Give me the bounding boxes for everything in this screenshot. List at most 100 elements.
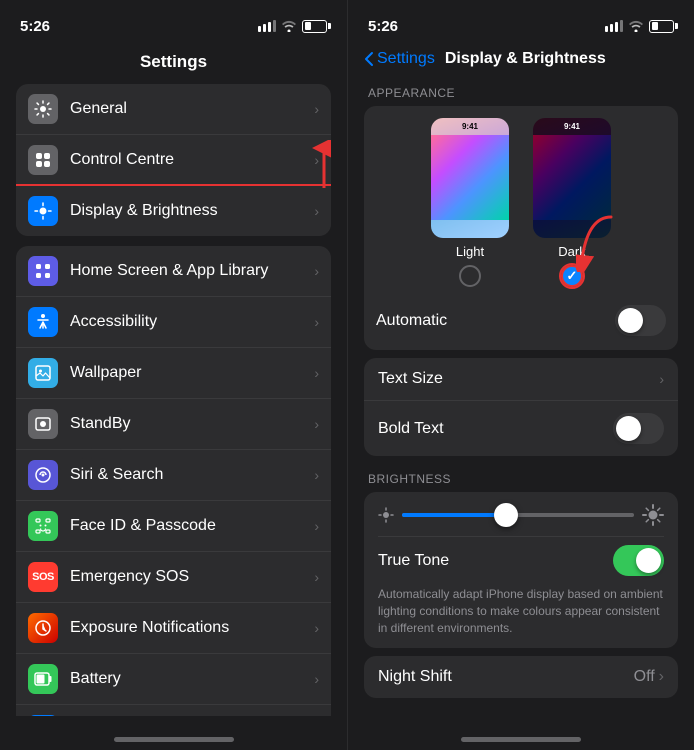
- settings-title: Settings: [0, 44, 347, 84]
- appearance-options: 9:41 Light 9:41 Dark ✓: [376, 118, 666, 287]
- sidebar-item-general[interactable]: General ›: [16, 84, 331, 135]
- appearance-option-light[interactable]: 9:41 Light: [431, 118, 509, 287]
- sidebar-item-wallpaper[interactable]: Wallpaper ›: [16, 348, 331, 399]
- signal-icon-right: [605, 20, 623, 32]
- phone-status-light: 9:41: [431, 118, 509, 135]
- automatic-toggle-thumb: [618, 308, 643, 333]
- bold-text-label: Bold Text: [378, 420, 444, 438]
- face-id-label: Face ID & Passcode: [70, 517, 314, 535]
- home-indicator-right: [348, 716, 694, 750]
- sidebar-item-privacy-security[interactable]: Privacy & Security ›: [16, 705, 331, 716]
- text-size-chevron: ›: [659, 371, 664, 387]
- sidebar-item-emergency-sos[interactable]: SOS Emergency SOS ›: [16, 552, 331, 603]
- home-bar-right: [461, 737, 581, 742]
- siri-icon: [28, 460, 58, 490]
- home-screen-icon: [28, 256, 58, 286]
- wallpaper-chevron: ›: [314, 365, 319, 381]
- face-id-chevron: ›: [314, 518, 319, 534]
- automatic-row: Automatic: [376, 299, 666, 338]
- back-button[interactable]: Settings: [364, 50, 435, 68]
- night-shift-item[interactable]: Night Shift Off ›: [364, 656, 678, 698]
- appearance-option-dark[interactable]: 9:41 Dark ✓: [533, 118, 611, 287]
- text-size-item[interactable]: Text Size ›: [364, 358, 678, 401]
- true-tone-row: True Tone: [378, 536, 664, 580]
- phone-wallpaper-light: [431, 135, 509, 220]
- standby-label: StandBy: [70, 415, 314, 433]
- general-chevron: ›: [314, 101, 319, 117]
- battery-label: Battery: [70, 670, 314, 688]
- left-panel: 5:26 Settings: [0, 0, 347, 750]
- settings-list: General › Control Centre ›: [0, 84, 347, 716]
- accessibility-icon: [28, 307, 58, 337]
- general-label: General: [70, 100, 314, 118]
- sun-large-icon: [642, 504, 664, 526]
- bold-text-toggle[interactable]: [613, 413, 664, 444]
- emergency-sos-chevron: ›: [314, 569, 319, 585]
- light-label: Light: [456, 244, 484, 259]
- accessibility-chevron: ›: [314, 314, 319, 330]
- battery-icon-left: [302, 20, 327, 33]
- sidebar-item-home-screen[interactable]: Home Screen & App Library ›: [16, 246, 331, 297]
- bold-text-item: Bold Text: [364, 401, 678, 456]
- wallpaper-icon: [28, 358, 58, 388]
- phone-wallpaper-dark: [533, 135, 611, 220]
- true-tone-toggle-thumb: [636, 548, 661, 573]
- standby-icon: [28, 409, 58, 439]
- section-mid: Home Screen & App Library › Accessibilit…: [16, 246, 331, 716]
- home-bar-left: [114, 737, 234, 742]
- battery-settings-icon: [28, 664, 58, 694]
- appearance-header: APPEARANCE: [364, 78, 678, 106]
- battery-chevron: ›: [314, 671, 319, 687]
- sidebar-item-face-id[interactable]: Face ID & Passcode ›: [16, 501, 331, 552]
- dark-checkmark: ✓: [567, 268, 578, 284]
- display-brightness-icon: [28, 196, 58, 226]
- text-size-right: ›: [659, 371, 664, 387]
- control-centre-label: Control Centre: [70, 151, 314, 169]
- time-right: 5:26: [368, 18, 398, 35]
- status-bar-left: 5:26: [0, 0, 347, 44]
- brightness-header: BRIGHTNESS: [364, 464, 678, 492]
- control-centre-icon: [28, 145, 58, 175]
- right-panel: 5:26 Settings Display &: [347, 0, 694, 750]
- exposure-chevron: ›: [314, 620, 319, 636]
- sidebar-item-battery[interactable]: Battery ›: [16, 654, 331, 705]
- sidebar-item-siri-search[interactable]: Siri & Search ›: [16, 450, 331, 501]
- sidebar-item-control-centre[interactable]: Control Centre ›: [16, 135, 331, 186]
- status-bar-right: 5:26: [348, 0, 694, 44]
- automatic-label: Automatic: [376, 312, 447, 330]
- status-icons-right: [605, 20, 674, 33]
- night-shift-group: Night Shift Off ›: [364, 656, 678, 698]
- brightness-slider-track[interactable]: [402, 513, 634, 517]
- display-brightness-label: Display & Brightness: [70, 202, 314, 220]
- sun-small-icon: [378, 507, 394, 523]
- exposure-label: Exposure Notifications: [70, 619, 314, 637]
- accessibility-label: Accessibility: [70, 313, 314, 331]
- home-screen-label: Home Screen & App Library: [70, 262, 314, 280]
- night-shift-value: Off: [634, 668, 655, 686]
- phone-preview-dark: 9:41: [533, 118, 611, 238]
- wallpaper-label: Wallpaper: [70, 364, 314, 382]
- sidebar-item-display-brightness[interactable]: Display & Brightness ›: [16, 186, 331, 236]
- standby-chevron: ›: [314, 416, 319, 432]
- text-size-label: Text Size: [378, 370, 443, 388]
- phone-status-dark: 9:41: [533, 118, 611, 135]
- light-radio[interactable]: [459, 265, 481, 287]
- true-tone-label: True Tone: [378, 552, 449, 570]
- wifi-icon-right: [628, 20, 644, 32]
- general-icon: [28, 94, 58, 124]
- night-shift-right: Off ›: [634, 668, 664, 686]
- phone-preview-light: 9:41: [431, 118, 509, 238]
- true-tone-desc: Automatically adapt iPhone display based…: [378, 586, 664, 636]
- dark-radio[interactable]: ✓: [561, 265, 583, 287]
- automatic-toggle[interactable]: [615, 305, 666, 336]
- text-settings-group: Text Size › Bold Text: [364, 358, 678, 456]
- control-centre-chevron: ›: [314, 152, 319, 168]
- sidebar-item-accessibility[interactable]: Accessibility ›: [16, 297, 331, 348]
- dark-label: Dark: [558, 244, 585, 259]
- emergency-sos-icon: SOS: [28, 562, 58, 592]
- true-tone-toggle[interactable]: [613, 545, 664, 576]
- emergency-sos-label: Emergency SOS: [70, 568, 314, 586]
- bold-text-toggle-thumb: [616, 416, 641, 441]
- sidebar-item-standby[interactable]: StandBy ›: [16, 399, 331, 450]
- sidebar-item-exposure[interactable]: Exposure Notifications ›: [16, 603, 331, 654]
